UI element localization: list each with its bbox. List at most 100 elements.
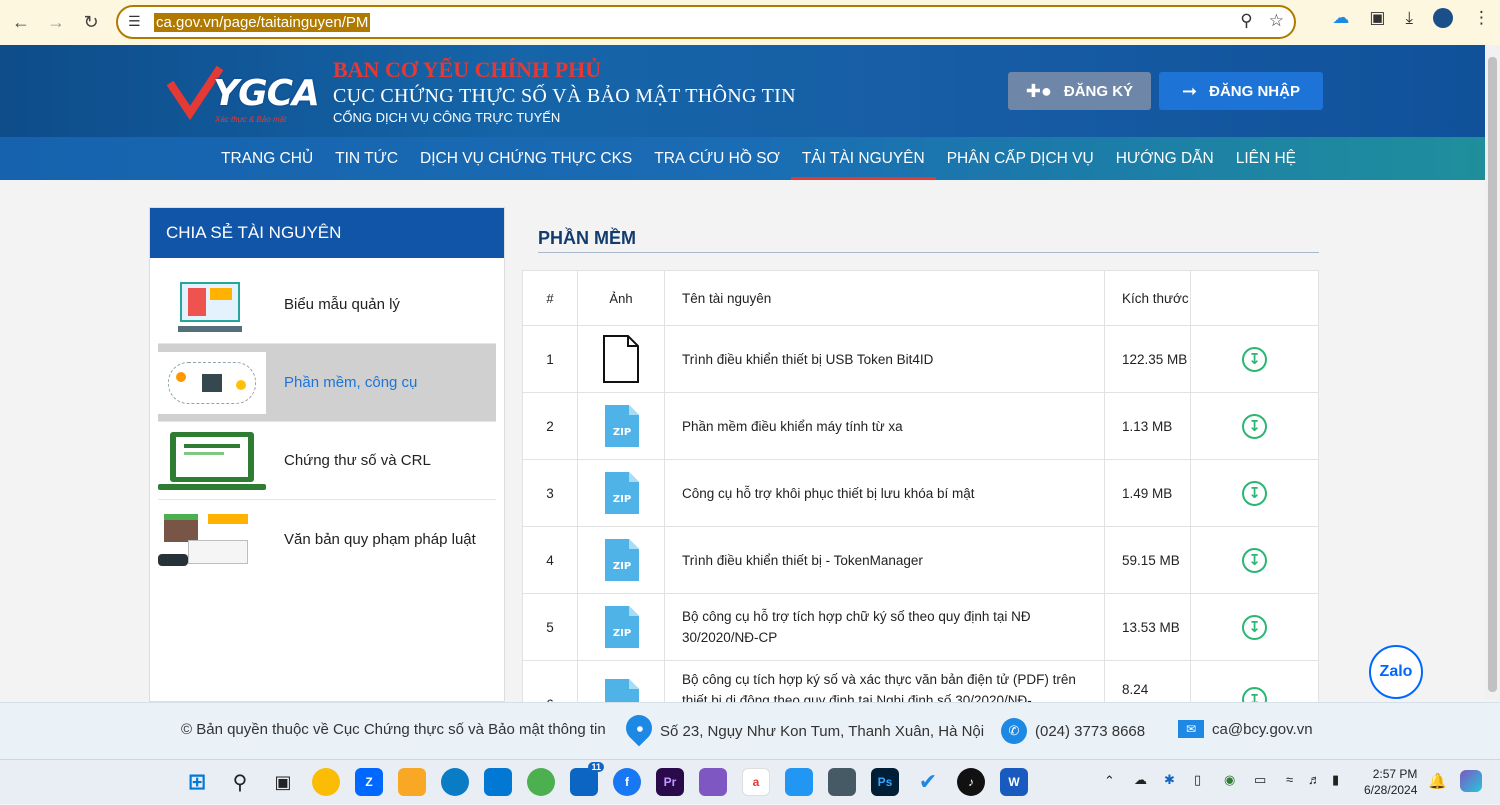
taskbar-clock[interactable]: 2:57 PM 6/28/2024 (1364, 766, 1417, 798)
tiktok-icon[interactable]: ♪ (957, 768, 985, 796)
logo-subtitle: Xác thực & Bảo mật (215, 115, 287, 124)
search-icon[interactable]: ⚲ (226, 768, 254, 796)
wifi-icon[interactable]: ≈ (1286, 772, 1293, 787)
word-icon[interactable]: W (1000, 768, 1028, 796)
row-number: 3 (523, 460, 578, 526)
row-number: 2 (523, 393, 578, 459)
download-icon[interactable]: ⤓ (1405, 8, 1413, 28)
login-button[interactable]: ➞ ĐĂNG NHẬP (1159, 72, 1323, 110)
copilot-icon[interactable] (699, 768, 727, 796)
resource-name[interactable]: Phần mềm điều khiển máy tính từ xa (665, 393, 1105, 459)
premiere-icon[interactable]: Pr (656, 768, 684, 796)
nav-service-levels[interactable]: PHÂN CẤP DỊCH VỤ (936, 137, 1105, 180)
row-number: 1 (523, 326, 578, 392)
store-icon[interactable] (484, 768, 512, 796)
nav-resources[interactable]: TẢI TÀI NGUYÊN (790, 137, 936, 180)
zalo-app-icon[interactable]: Z (355, 768, 383, 796)
cloud-icon[interactable]: ☁ (1332, 8, 1349, 28)
nav-lookup[interactable]: TRA CỨU HỒ SƠ (643, 137, 791, 180)
sidebar-item-legal-docs[interactable]: Văn bản quy phạm pháp luật (158, 500, 496, 578)
start-menu-icon[interactable]: ⊞ (183, 768, 211, 796)
volume-icon[interactable]: ♬ (1308, 772, 1321, 787)
zalo-chat-button[interactable]: Zalo (1369, 645, 1423, 699)
download-icon[interactable]: ↧ (1242, 480, 1267, 506)
sidebar-item-forms[interactable]: Biểu mẫu quản lý (158, 266, 496, 344)
chevron-up-icon[interactable]: ⌃ (1104, 773, 1115, 789)
site-header: YGCA Xác thực & Bảo mật BAN CƠ YẾU CHÍNH… (0, 45, 1485, 137)
menu-icon[interactable]: ⋮ (1473, 8, 1490, 28)
teams-icon[interactable]: 11 (570, 762, 604, 796)
forward-icon[interactable]: → (41, 7, 71, 37)
resource-name[interactable]: Công cụ hỗ trợ khôi phục thiết bị lưu kh… (665, 460, 1105, 526)
battery-icon[interactable]: ▮ (1332, 772, 1339, 788)
resource-name[interactable]: Trình điều khiển thiết bị - TokenManager (665, 527, 1105, 593)
notification-bell-icon[interactable]: 🔔 (1428, 772, 1447, 790)
profile-avatar[interactable] (1433, 8, 1453, 28)
main-navigation: TRANG CHỦ TIN TỨC DỊCH VỤ CHỨNG THỰC CKS… (0, 137, 1485, 180)
nav-home[interactable]: TRANG CHỦ (210, 137, 324, 180)
sidebar-item-label: Biểu mẫu quản lý (284, 296, 400, 313)
clock-date: 6/28/2024 (1364, 783, 1418, 797)
download-icon[interactable]: ↧ (1242, 614, 1267, 640)
resource-sidebar: CHIA SẺ TÀI NGUYÊN Biểu mẫu quản lý Phần… (149, 207, 505, 702)
sidebar-item-software[interactable]: Phần mềm, công cụ (158, 344, 496, 422)
zoom-icon[interactable]: ⚲ (1240, 11, 1252, 31)
phone-text[interactable]: (024) 3773 8668 (1035, 723, 1145, 740)
nav-cert-services[interactable]: DỊCH VỤ CHỨNG THỰC CKS (409, 137, 643, 180)
table-header-row: # Ảnh Tên tài nguyên Kích thước (523, 271, 1318, 326)
chrome-icon[interactable] (312, 768, 340, 796)
coccoc-icon[interactable] (527, 768, 555, 796)
resource-name[interactable]: Trình điều khiển thiết bị USB Token Bit4… (665, 326, 1105, 392)
resource-table: # Ảnh Tên tài nguyên Kích thước 1 Trình … (522, 270, 1319, 722)
copilot-tray-icon[interactable] (1460, 770, 1482, 792)
copyright-text: © Bản quyền thuộc về Cục Chứng thực số v… (181, 721, 606, 738)
add-user-icon: ✚● (1025, 80, 1052, 101)
network-app-icon[interactable] (828, 768, 856, 796)
scrollbar-thumb[interactable] (1488, 57, 1497, 692)
zip-label: ZIP (613, 494, 631, 505)
register-label: ĐĂNG KÝ (1063, 82, 1134, 100)
photoshop-icon[interactable]: Ps (871, 768, 899, 796)
download-icon[interactable]: ↧ (1242, 413, 1267, 439)
app-a-icon[interactable]: a (742, 768, 770, 796)
site-settings-icon[interactable]: ☰ (128, 13, 141, 30)
site-logo[interactable]: YGCA Xác thực & Bảo mật (165, 55, 320, 125)
download-icon[interactable]: ↧ (1242, 547, 1267, 573)
sidebar-item-label: Chứng thư số và CRL (284, 452, 431, 469)
task-view-icon[interactable]: ▣ (269, 768, 297, 796)
download-icon[interactable]: ↧ (1242, 346, 1267, 372)
portal-name: CỔNG DỊCH VỤ CÔNG TRỰC TUYẾN (333, 110, 561, 125)
back-icon[interactable]: ← (6, 7, 36, 37)
nav-contact[interactable]: LIÊN HỆ (1225, 137, 1307, 180)
resource-name[interactable]: Bộ công cụ hỗ trợ tích hợp chữ ký số the… (665, 594, 1105, 660)
edge-icon[interactable] (441, 768, 469, 796)
nav-guide[interactable]: HƯỚNG DẪN (1105, 137, 1225, 180)
row-number: 5 (523, 594, 578, 660)
bluetooth-icon[interactable]: ✱ (1164, 772, 1175, 788)
security-icon[interactable]: ◉ (1224, 772, 1235, 788)
address-bar[interactable]: ☰ ca.gov.vn/page/taitainguyen/PM ⚲ ☆ (116, 5, 1296, 39)
register-button[interactable]: ✚● ĐĂNG KÝ (1008, 72, 1151, 110)
onedrive-icon[interactable]: ☁ (1134, 772, 1147, 788)
resource-size: 1.13 MB (1105, 393, 1191, 459)
file-explorer-icon[interactable] (398, 768, 426, 796)
row-image: ZIP (578, 594, 665, 660)
reload-icon[interactable]: ↻ (76, 7, 106, 37)
login-label: ĐĂNG NHẬP (1209, 82, 1300, 100)
zoom-app-icon[interactable] (785, 768, 813, 796)
row-action: ↧ (1191, 594, 1318, 660)
bookmark-star-icon[interactable]: ☆ (1269, 11, 1284, 31)
email-text[interactable]: ca@bcy.gov.vn (1212, 721, 1313, 738)
nav-news[interactable]: TIN TỨC (324, 137, 409, 180)
sidebar-item-certificates[interactable]: Chứng thư số và CRL (158, 422, 496, 500)
extensions-icon[interactable]: ▣ (1369, 8, 1385, 28)
phone-icon: ✆ (1001, 718, 1027, 744)
clock-time: 2:57 PM (1372, 767, 1418, 781)
browser-actions: ☁ ▣ ⤓ ⋮ (1332, 8, 1490, 28)
todo-icon[interactable]: ✔ (914, 768, 942, 796)
facebook-icon[interactable]: f (613, 768, 641, 796)
display-icon[interactable]: ▭ (1254, 772, 1266, 788)
page-scrollbar[interactable] (1485, 45, 1500, 700)
col-header-action (1191, 271, 1318, 325)
usb-icon[interactable]: ▯ (1194, 772, 1201, 788)
